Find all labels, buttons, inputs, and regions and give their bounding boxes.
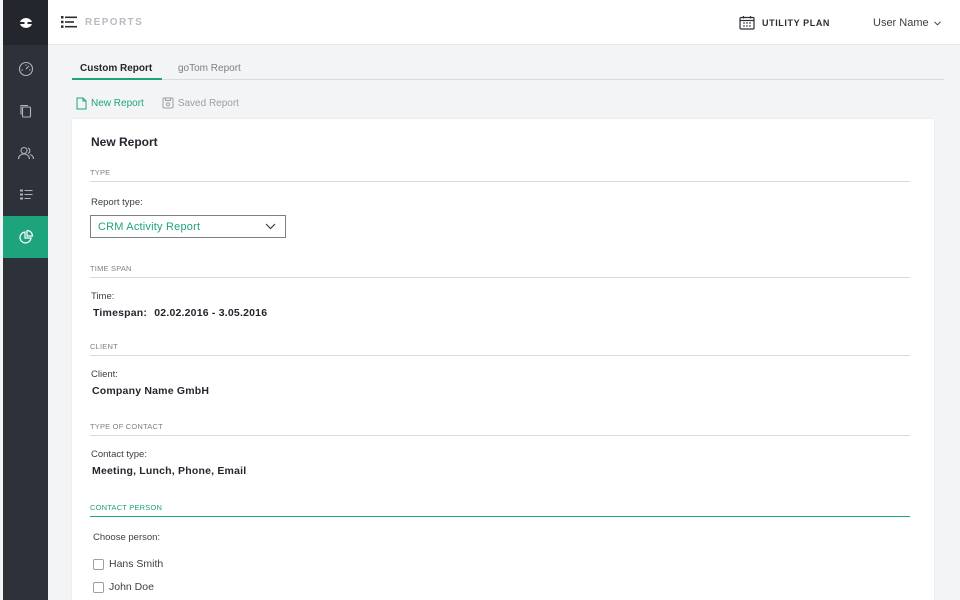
report-type-select[interactable]: CRM Activity Report xyxy=(90,215,286,238)
client-label: Client: xyxy=(91,369,118,380)
timespan-label: Timespan: xyxy=(93,307,148,319)
app-logo[interactable] xyxy=(3,0,48,45)
user-menu[interactable]: User Name xyxy=(873,17,941,29)
choose-person-label: Choose person: xyxy=(93,532,161,543)
documents-icon xyxy=(19,104,31,118)
contact-type-label: Contact type: xyxy=(91,449,147,460)
saved-report-button[interactable]: Saved Report xyxy=(162,97,239,109)
reports-pie-icon xyxy=(18,229,33,244)
chevron-down-icon xyxy=(265,223,276,230)
sidebar-item-contacts[interactable] xyxy=(3,132,48,174)
section-divider xyxy=(90,355,910,356)
new-report-label: New Report xyxy=(91,97,144,109)
sidebar-item-documents[interactable] xyxy=(3,90,48,132)
new-report-card: New Report TYPE Report type: CRM Activit… xyxy=(72,119,934,600)
person-option-john-doe[interactable]: John Doe xyxy=(93,581,154,593)
timespan-row: Timespan: 02.02.2016 - 3.05.2016 xyxy=(93,307,267,319)
chevron-down-icon xyxy=(933,20,941,26)
contact-type-value: Meeting, Lunch, Phone, Email xyxy=(92,465,247,477)
contacts-icon xyxy=(17,146,34,160)
section-divider xyxy=(90,181,910,182)
person-checkbox[interactable] xyxy=(93,581,104,593)
report-type-label: Report type: xyxy=(91,197,143,208)
section-type-of-contact-label: TYPE OF CONTACT xyxy=(90,422,163,431)
report-actions: New Report Saved Report xyxy=(76,95,257,111)
person-checkbox[interactable] xyxy=(93,558,104,570)
person-name: Hans Smith xyxy=(109,558,164,570)
saved-report-label: Saved Report xyxy=(177,97,239,109)
section-contact-person-label: CONTACT PERSON xyxy=(90,503,163,512)
top-header: REPORTS UTILITY PLAN User Name xyxy=(48,0,960,45)
time-label: Time: xyxy=(91,291,115,302)
save-icon xyxy=(162,97,174,109)
form-title: New Report xyxy=(91,135,158,149)
person-option-hans-smith[interactable]: Hans Smith xyxy=(93,558,163,570)
section-divider xyxy=(90,435,910,436)
section-client-label: CLIENT xyxy=(90,342,118,351)
sidebar-item-list[interactable] xyxy=(3,174,48,216)
dashboard-icon xyxy=(18,61,33,77)
sidebar-item-dashboard[interactable] xyxy=(3,48,48,90)
tab-custom-report[interactable]: Custom Report xyxy=(80,63,152,74)
client-value: Company Name GmbH xyxy=(92,385,210,397)
tab-gotom-report[interactable]: goTom Report xyxy=(178,63,241,74)
eye-logo-icon xyxy=(19,17,32,28)
section-divider xyxy=(90,277,910,278)
section-divider-active xyxy=(90,516,910,517)
sidebar-item-reports[interactable] xyxy=(3,216,48,258)
utility-plan-link[interactable]: UTILITY PLAN xyxy=(762,18,830,28)
new-document-icon xyxy=(76,97,87,109)
section-time-span-label: TIME SPAN xyxy=(90,264,132,273)
user-name: User Name xyxy=(873,17,929,29)
report-tabs: Custom Report goTom Report xyxy=(72,58,944,80)
active-tab-indicator xyxy=(72,78,162,80)
calendar-icon xyxy=(739,16,755,30)
report-list-icon xyxy=(61,16,77,28)
report-type-value: CRM Activity Report xyxy=(98,220,201,233)
list-icon xyxy=(19,189,32,200)
page-title: REPORTS xyxy=(85,17,144,28)
section-type-label: TYPE xyxy=(90,168,111,177)
person-name: John Doe xyxy=(109,581,154,593)
new-report-button[interactable]: New Report xyxy=(76,97,144,110)
sidebar xyxy=(3,0,48,600)
timespan-value: 02.02.2016 - 3.05.2016 xyxy=(154,307,268,319)
